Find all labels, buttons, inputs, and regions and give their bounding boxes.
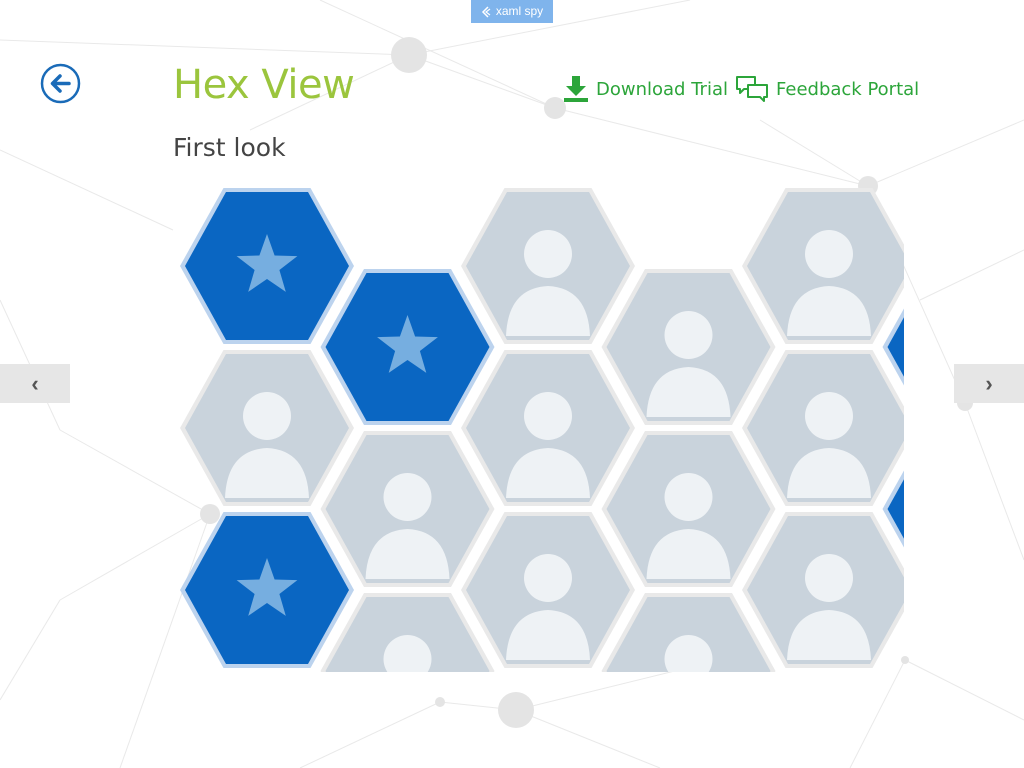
portrait-head-shape xyxy=(243,392,291,440)
download-trial-label: Download Trial xyxy=(596,78,728,100)
hex-tile-photo[interactable] xyxy=(601,431,776,587)
badge-label: xaml spy xyxy=(495,4,544,18)
hex-tile-photo[interactable] xyxy=(461,188,635,344)
hex-tile-photo[interactable] xyxy=(461,512,635,668)
hex-tile-photo[interactable] xyxy=(742,512,904,668)
portrait-head-shape xyxy=(524,230,572,278)
next-page-button[interactable]: › xyxy=(954,364,1024,403)
hex-tile-star[interactable] xyxy=(180,188,354,344)
chevron-right-icon: › xyxy=(985,370,993,396)
xaml-spy-badge[interactable]: xaml spy xyxy=(471,0,553,23)
page-title: Hex View xyxy=(173,62,355,108)
portrait-head-shape xyxy=(383,473,432,521)
portrait-head-shape xyxy=(805,392,853,440)
portrait-head-shape xyxy=(664,311,713,359)
download-trial-link[interactable]: Download Trial xyxy=(564,74,728,104)
hex-tile-photo[interactable] xyxy=(601,593,776,672)
back-arrow-icon xyxy=(40,63,81,104)
download-icon xyxy=(564,75,588,102)
hex-tile-star[interactable] xyxy=(320,269,495,425)
spy-tool-icon xyxy=(481,5,491,18)
portrait-head-shape xyxy=(805,230,853,278)
hex-tile-photo[interactable] xyxy=(461,350,635,506)
page-subtitle: First look xyxy=(173,133,286,162)
hex-tile-photo[interactable] xyxy=(742,188,904,344)
portrait-head-shape xyxy=(805,554,853,602)
feedback-icon xyxy=(736,75,768,102)
hex-tile-star[interactable] xyxy=(180,512,354,668)
hex-tile-photo[interactable] xyxy=(320,431,495,587)
portrait-head-shape xyxy=(524,392,572,440)
portrait-head-shape xyxy=(524,554,572,602)
hex-tile-photo[interactable] xyxy=(601,269,776,425)
hex-tile-photo[interactable] xyxy=(180,350,354,506)
back-button[interactable] xyxy=(40,63,81,104)
portrait-head-shape xyxy=(664,473,713,521)
hex-tile-grid xyxy=(180,188,904,672)
hex-tile-photo[interactable] xyxy=(742,350,904,506)
app-page: xaml spy Hex View First look Download Tr… xyxy=(0,0,1024,768)
chevron-left-icon: ‹ xyxy=(31,370,39,396)
previous-page-button[interactable]: ‹ xyxy=(0,364,70,403)
feedback-portal-label: Feedback Portal xyxy=(776,78,920,100)
feedback-portal-link[interactable]: Feedback Portal xyxy=(736,74,919,104)
hex-tile-photo[interactable] xyxy=(320,593,495,672)
